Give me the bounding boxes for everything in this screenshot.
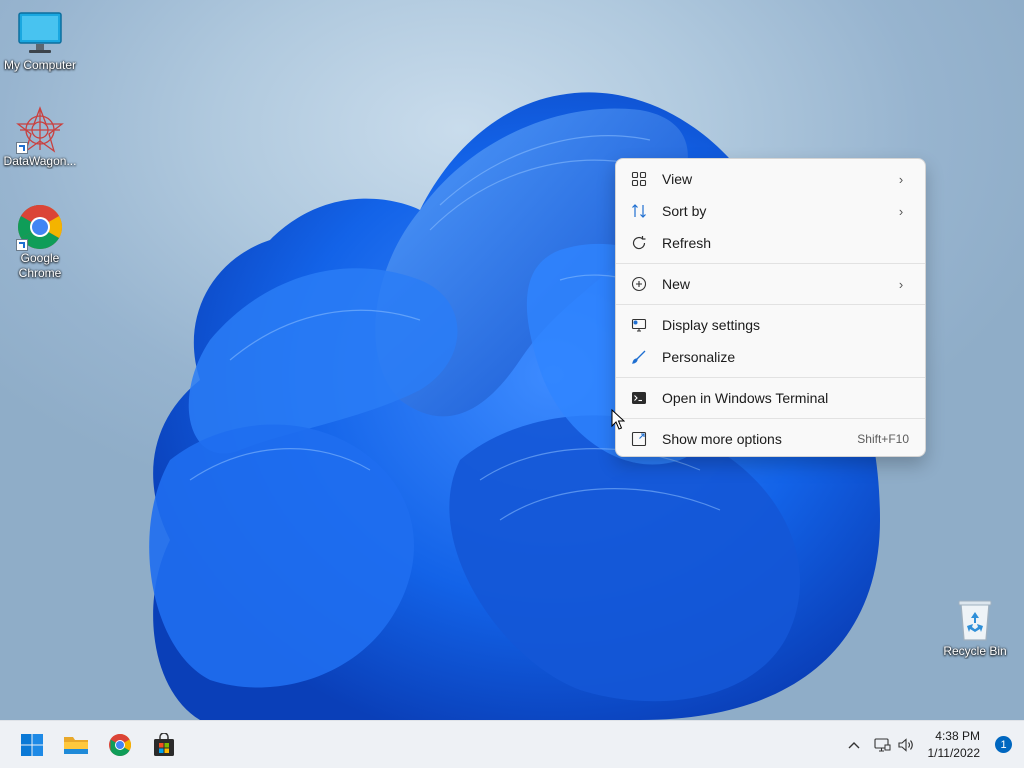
tray-chevron-up-button[interactable]: [843, 721, 865, 769]
monitor-icon: [16, 10, 64, 58]
shortcut-arrow-icon: [16, 142, 28, 154]
taskbar-store[interactable]: [146, 727, 182, 763]
menu-item-view[interactable]: View ›: [620, 163, 921, 195]
desktop-icon-my-computer[interactable]: My Computer: [0, 10, 80, 73]
taskbar: 4:38 PM 1/11/2022 1: [0, 720, 1024, 768]
menu-item-show-more-options[interactable]: Show more options Shift+F10: [620, 423, 921, 455]
menu-separator: [616, 304, 925, 305]
chevron-right-icon: ›: [898, 171, 904, 187]
shortcut-hint: Shift+F10: [857, 432, 909, 446]
desktop-icon-datawagon[interactable]: DataWagon...: [0, 106, 80, 169]
desktop[interactable]: My Computer DataWagon... Google Chrome R…: [0, 0, 1024, 720]
mouse-cursor-icon: [611, 409, 625, 430]
show-more-icon: [630, 430, 648, 448]
menu-item-label: Show more options: [662, 431, 782, 447]
menu-item-label: New: [662, 276, 691, 292]
volume-icon: [898, 738, 913, 752]
menu-separator: [616, 263, 925, 264]
tray-volume-button[interactable]: [895, 721, 917, 769]
new-plus-icon: [630, 275, 648, 293]
file-explorer-icon: [64, 737, 88, 754]
menu-separator: [616, 377, 925, 378]
tray-network-button[interactable]: [871, 721, 893, 769]
menu-item-display-settings[interactable]: Display settings: [620, 309, 921, 341]
menu-item-label: Display settings: [662, 317, 761, 333]
brush-icon: [630, 348, 648, 366]
menu-item-sort-by[interactable]: Sort by ›: [620, 195, 921, 227]
menu-item-label: Refresh: [662, 235, 712, 251]
menu-item-open-terminal[interactable]: Open in Windows Terminal: [620, 382, 921, 414]
desktop-icon-label: My Computer: [3, 58, 77, 72]
taskbar-clock[interactable]: 4:38 PM 1/11/2022: [928, 728, 981, 762]
menu-item-label: Open in Windows Terminal: [662, 390, 829, 406]
chevron-right-icon: ›: [898, 276, 904, 292]
network-icon: [873, 738, 890, 752]
clock-time: 4:38 PM: [935, 729, 980, 743]
desktop-icon-recycle-bin[interactable]: Recycle Bin: [935, 596, 1015, 659]
clock-date: 1/11/2022: [927, 746, 981, 760]
windows-start-icon: [21, 734, 43, 756]
notification-badge[interactable]: 1: [995, 736, 1012, 753]
view-grid-icon: [630, 170, 648, 188]
start-button[interactable]: [14, 727, 50, 763]
menu-separator: [616, 418, 925, 419]
desktop-context-menu: View › Sort by › Refresh New › Display s…: [615, 158, 926, 457]
display-settings-icon: [630, 316, 648, 334]
chevron-right-icon: ›: [898, 203, 904, 219]
desktop-icon-chrome[interactable]: Google Chrome: [0, 203, 80, 281]
desktop-icon-label: DataWagon...: [3, 154, 77, 168]
sort-icon: [630, 202, 648, 220]
chrome-icon: [16, 203, 64, 251]
shortcut-arrow-icon: [16, 239, 28, 251]
taskbar-chrome[interactable]: [102, 727, 138, 763]
datawagon-icon: [16, 106, 64, 154]
chevron-up-icon: [848, 742, 860, 749]
terminal-icon: [630, 389, 648, 407]
menu-item-refresh[interactable]: Refresh: [620, 227, 921, 259]
menu-item-new[interactable]: New ›: [620, 268, 921, 300]
menu-item-label: View: [662, 171, 693, 187]
menu-item-personalize[interactable]: Personalize: [620, 341, 921, 373]
taskbar-file-explorer[interactable]: [58, 727, 94, 763]
refresh-icon: [630, 234, 648, 252]
desktop-icon-label: Recycle Bin: [943, 644, 1007, 658]
chrome-icon: [109, 734, 131, 756]
recycle-bin-icon: [951, 596, 999, 644]
store-icon: [154, 733, 174, 756]
menu-item-label: Sort by: [662, 203, 707, 219]
menu-item-label: Personalize: [662, 349, 736, 365]
desktop-icon-label: Google Chrome: [18, 251, 62, 280]
